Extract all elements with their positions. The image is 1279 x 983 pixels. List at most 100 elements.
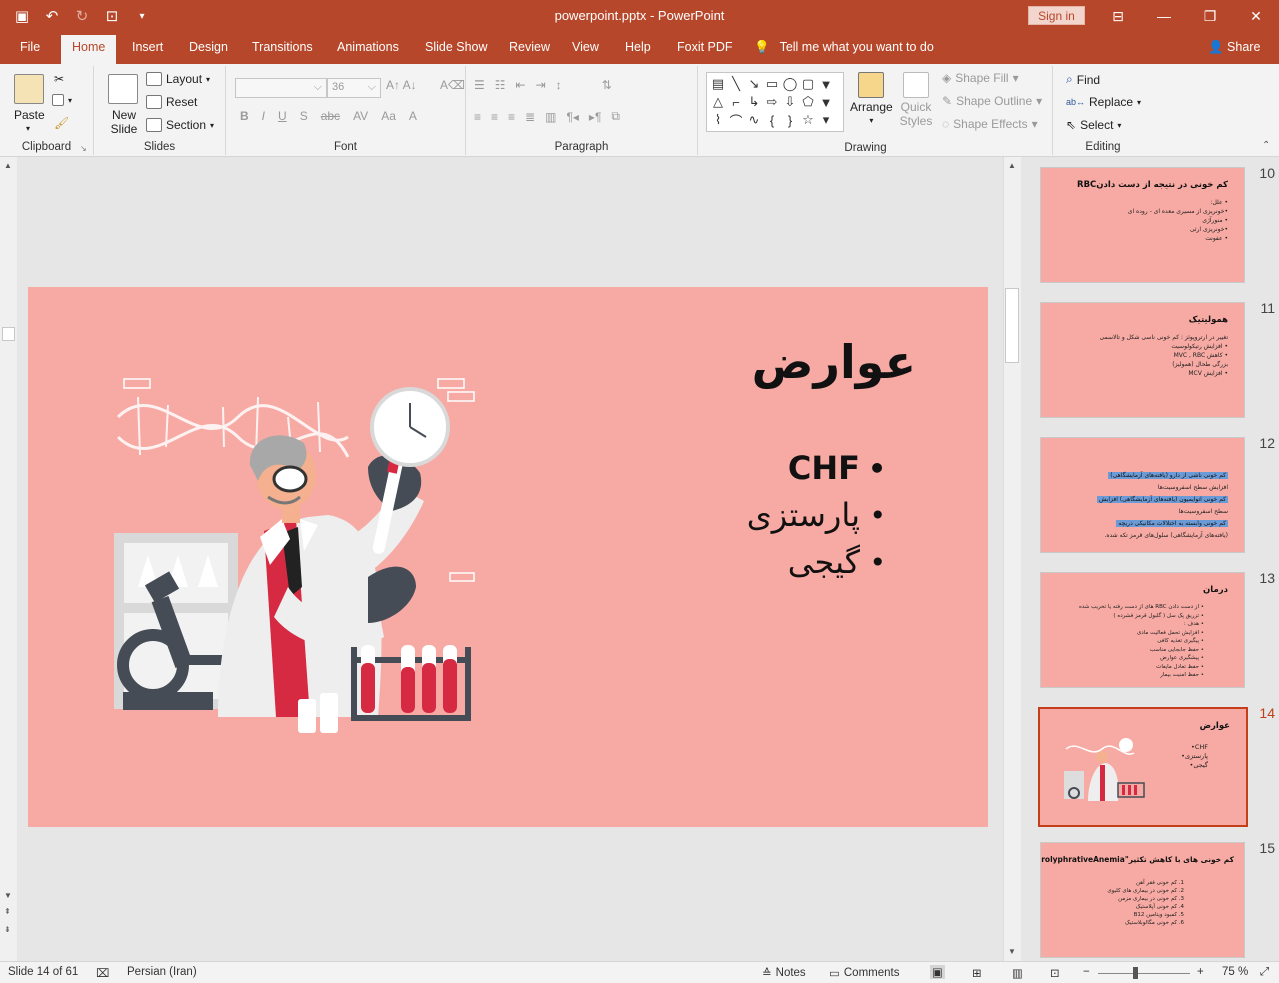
tab-slide-show[interactable]: Slide Show (425, 40, 488, 54)
ribbon-display-icon[interactable]: ⊟ (1095, 0, 1141, 32)
slide-thumbnail-10[interactable]: کم خونی در نتیجه از دست دادنRBC • علل: •… (1040, 167, 1245, 283)
tab-file[interactable]: File (20, 40, 40, 54)
decrease-indent-icon[interactable]: ⇤ (516, 78, 526, 92)
bullet-item[interactable]: CHF (747, 445, 886, 492)
close-icon[interactable]: ✕ (1233, 0, 1279, 32)
paste-icon[interactable] (14, 74, 44, 104)
slide-14[interactable]: عوارض CHF پارستزی گیجی (28, 287, 988, 827)
slide-thumbnail-11[interactable]: همولیتیک تغییر در ارتروپوئز : کم خونی نا… (1040, 302, 1245, 418)
tab-view[interactable]: View (572, 40, 599, 54)
paste-dropdown-icon[interactable]: ▾ (26, 124, 30, 133)
clipboard-launcher-icon[interactable]: ↘ (80, 144, 87, 153)
tab-help[interactable]: Help (625, 40, 651, 54)
zoom-in-icon[interactable]: + (1197, 966, 1204, 978)
new-slide-button[interactable]: New Slide (104, 108, 144, 136)
shape-outline-button[interactable]: ✎ Shape Outline ▾ (942, 94, 1042, 108)
char-spacing-icon[interactable]: AV (353, 109, 368, 123)
canvas-scroll-thumb[interactable] (1005, 288, 1019, 363)
shadow-icon[interactable]: S (300, 109, 308, 123)
line-spacing-icon[interactable]: ↕ (556, 78, 562, 92)
copy-icon[interactable]: ▾ (52, 94, 72, 106)
increase-indent-icon[interactable]: ⇥ (536, 78, 546, 92)
tab-home[interactable]: Home (61, 35, 117, 64)
underline-icon[interactable]: U (278, 109, 287, 123)
slide-title[interactable]: عوارض (752, 335, 916, 389)
font-size-combo[interactable]: 36 ⌵ (327, 78, 381, 98)
text-direction-icon[interactable]: ⇅ (602, 78, 612, 92)
replace-button[interactable]: ab↔ Replace ▾ (1066, 95, 1141, 109)
tab-transitions[interactable]: Transitions (252, 40, 313, 54)
zoom-slider-thumb[interactable] (1133, 967, 1138, 979)
slide-thumbnail-12[interactable]: کم خونی ناشی از دارو (یافته‌های آزمایشگا… (1040, 437, 1245, 553)
format-painter-icon[interactable]: 🖌 (54, 116, 69, 130)
bold-icon[interactable]: B (240, 109, 249, 123)
zoom-slider[interactable] (1098, 973, 1190, 974)
restore-icon[interactable]: ❐ (1187, 0, 1233, 32)
slide-thumbnail-15[interactable]: کم خونی های با کاهش تکثیر"Hypoprolyphrat… (1040, 842, 1245, 958)
collapse-ribbon-icon[interactable]: ⌃ (1262, 140, 1270, 151)
font-name-combo[interactable]: ⌵ (235, 78, 327, 98)
font-color-icon[interactable]: A (409, 109, 417, 123)
columns-icon[interactable]: ▥ (545, 110, 556, 124)
align-left-icon[interactable]: ≡ (474, 110, 481, 124)
slide-sorter-icon[interactable]: ⊞ (972, 966, 982, 980)
align-right-icon[interactable]: ≡ (508, 110, 515, 124)
scroll-down-icon[interactable]: ▼ (4, 891, 12, 900)
prev-slide-icon[interactable]: ⇞ (4, 907, 11, 916)
comments-button[interactable]: ▭ Comments (829, 966, 899, 980)
change-case-icon[interactable]: Aa (381, 109, 396, 123)
slide-bullets[interactable]: CHF پارستزی گیجی (747, 445, 887, 586)
strikethrough-icon[interactable]: abc (321, 109, 340, 123)
cut-icon[interactable]: ✂ (54, 72, 64, 86)
shapes-gallery[interactable]: ▤ ╲ ↘ ▭ ◯ ▢ ▼ △ ⌐ ↳ ⇨ ⇩ ⬠ ▼ ⌇ ⌒ ∿{} ☆ ▾ (706, 72, 844, 132)
notes-button[interactable]: ≙ Notes (762, 966, 806, 980)
justify-icon[interactable]: ≣ (525, 110, 535, 124)
tab-foxit-pdf[interactable]: Foxit PDF (677, 40, 733, 54)
zoom-level[interactable]: 75 % (1222, 966, 1248, 978)
ltr-icon[interactable]: ▸¶ (589, 110, 601, 124)
italic-icon[interactable]: I (262, 109, 265, 123)
fit-slide-icon[interactable]: ⤢ (1260, 966, 1269, 979)
tab-review[interactable]: Review (509, 40, 550, 54)
sign-in-button[interactable]: Sign in (1028, 6, 1085, 25)
language-indicator[interactable]: Persian (Iran) (127, 966, 197, 978)
layout-button[interactable]: Layout ▾ (146, 72, 210, 86)
scroll-thumb[interactable] (2, 327, 15, 341)
shape-fill-button[interactable]: ◈ Shape Fill ▾ (942, 71, 1019, 85)
reset-button[interactable]: Reset (146, 95, 197, 109)
quick-styles-button[interactable]: Quick Styles (896, 72, 936, 128)
panel-scroll-down-icon[interactable]: ▼ (1008, 947, 1016, 956)
align-center-icon[interactable]: ≡ (491, 110, 498, 124)
tell-me-box[interactable]: 💡 Tell me what you want to do (754, 40, 934, 55)
tab-insert[interactable]: Insert (132, 40, 163, 54)
reading-view-icon[interactable]: ▥ (1012, 966, 1023, 980)
scroll-up-icon[interactable]: ▲ (4, 161, 12, 170)
shape-effects-button[interactable]: ◌ Shape Effects ▾ (942, 117, 1038, 131)
smartart-icon[interactable]: ⧉ (611, 109, 620, 124)
slide-thumbnail-14[interactable]: عوارض CHF• پارستزی• گیجی• (1038, 707, 1248, 827)
tab-design[interactable]: Design (189, 40, 228, 54)
section-button[interactable]: Section ▾ (146, 118, 214, 132)
font-grow-icon[interactable]: A↑ A↓ (386, 78, 417, 92)
slideshow-view-icon[interactable]: ⊡ (1050, 966, 1060, 980)
find-button[interactable]: ⌕ Find (1066, 72, 1100, 87)
next-slide-icon[interactable]: ⇟ (4, 925, 11, 934)
arrange-button[interactable]: Arrange ▾ (850, 72, 893, 125)
panel-scroll-up-icon[interactable]: ▲ (1008, 161, 1016, 170)
spellcheck-icon[interactable]: ⌧ (96, 966, 109, 980)
clear-format-icon[interactable]: A⌫ (440, 78, 465, 92)
bullets-icon[interactable]: ☰ (474, 78, 485, 92)
panel-scrollbar[interactable]: ▲ ▼ (1003, 157, 1021, 961)
rtl-icon[interactable]: ¶◂ (566, 110, 578, 124)
share-button[interactable]: 👤 Share (1208, 40, 1260, 55)
bullet-item[interactable]: پارستزی (747, 492, 887, 539)
new-slide-icon[interactable] (108, 74, 138, 104)
paste-button[interactable]: Paste (14, 108, 45, 122)
tab-animations[interactable]: Animations (337, 40, 399, 54)
slide-thumbnail-13[interactable]: درمان • از دست دادن RBC های از دست رفته … (1040, 572, 1245, 688)
select-button[interactable]: ⇖ Select ▾ (1066, 118, 1121, 132)
bullet-item[interactable]: گیجی (747, 539, 887, 586)
numbering-icon[interactable]: ☷ (495, 78, 506, 92)
normal-view-icon[interactable]: ▣ (930, 965, 945, 979)
minimize-icon[interactable]: — (1141, 0, 1187, 32)
